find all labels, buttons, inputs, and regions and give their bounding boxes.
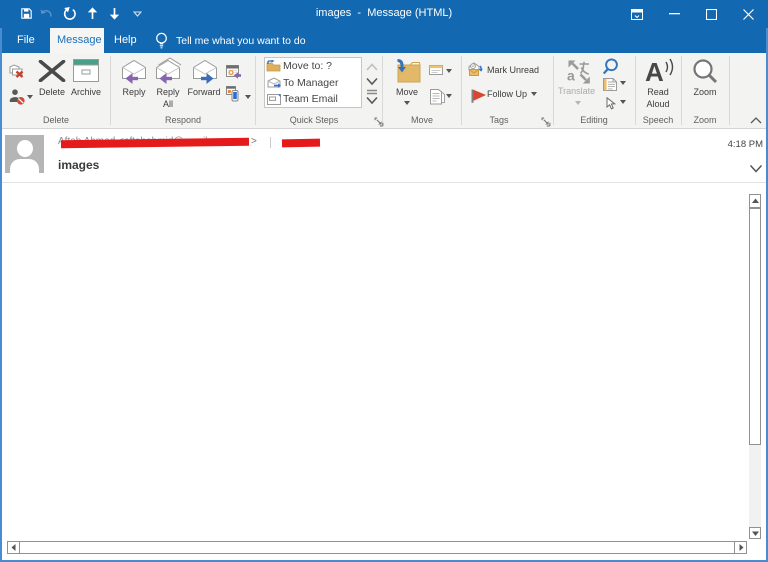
svg-text:A: A [645, 57, 664, 85]
svg-text:a: a [567, 68, 575, 84]
